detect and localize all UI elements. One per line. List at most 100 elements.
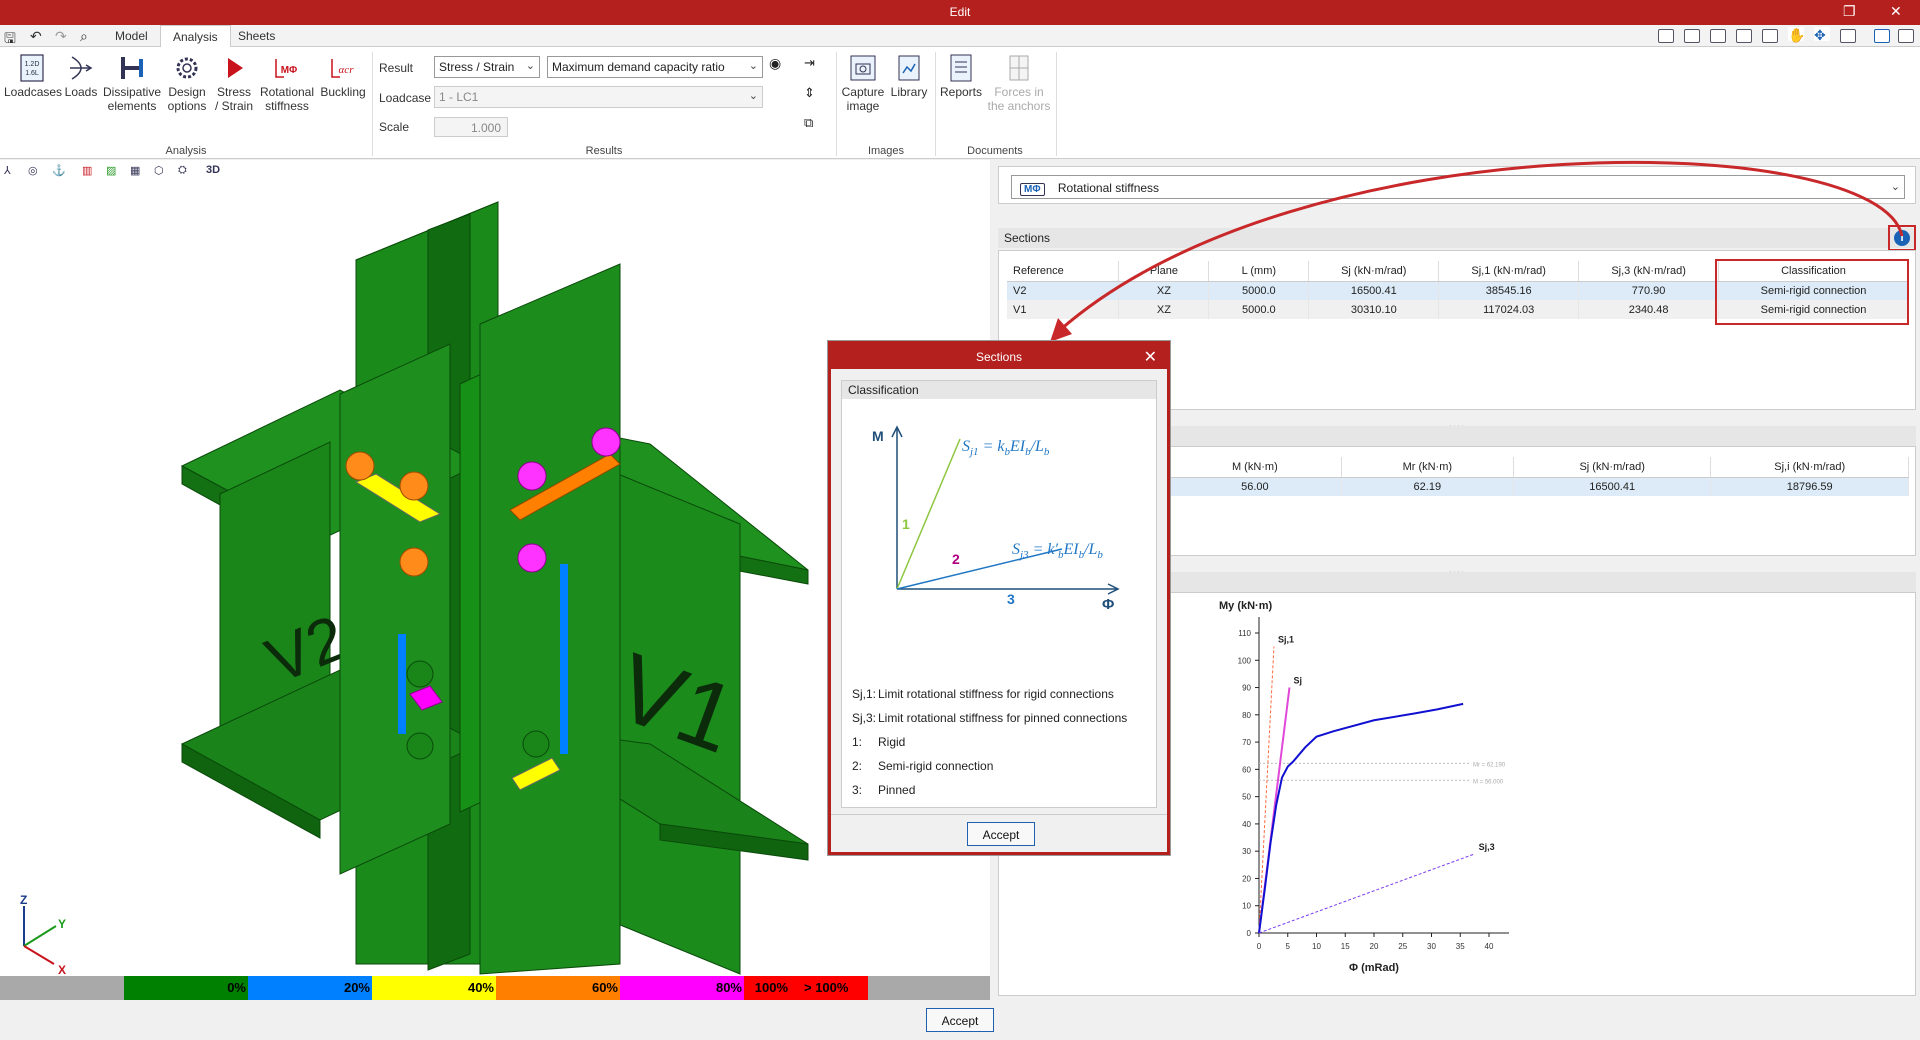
capture-image-button[interactable]: Capture image <box>840 53 886 113</box>
design-options-label-1: Design <box>168 85 206 99</box>
library-label: Library <box>890 85 928 99</box>
restore-icon[interactable]: ❐ <box>1843 3 1856 20</box>
rotational-stiffness-button[interactable]: MΦ Rotational stiffness <box>258 53 316 113</box>
view-toolbar: ⅄ ◎ ⚓ ▥ ▨ ▦ ⬡ ⛭ 3D <box>0 160 990 184</box>
table-row[interactable]: 56.00 62.19 16500.41 18796.59 <box>1169 477 1909 496</box>
view-3d-button[interactable]: 3D <box>206 164 228 179</box>
x-tick-label: 5 <box>1286 942 1291 951</box>
library-button[interactable]: Library <box>888 53 930 99</box>
forces-in-anchors-button[interactable]: Forces in the anchors <box>986 53 1052 113</box>
legend-text: Limit rotational stiffness for pinned co… <box>878 711 1128 725</box>
planes-icon[interactable]: ▥ <box>82 164 97 179</box>
search-icon[interactable]: ⌕ <box>80 28 88 45</box>
report-icon <box>946 53 976 83</box>
export-arrows-icon[interactable]: ⇥ <box>804 55 815 71</box>
dissipative-elements-button[interactable]: Dissipative elements <box>102 53 162 113</box>
x-tick-label: 15 <box>1341 942 1350 951</box>
zoom-previous-icon[interactable] <box>1658 29 1674 43</box>
render-icon[interactable]: ⛭ <box>178 164 193 179</box>
col-sj1: Sj,1 (kN·m/rad) <box>1438 261 1580 282</box>
mesh-icon[interactable]: ▨ <box>106 164 121 179</box>
chevron-down-icon: ⌄ <box>1890 181 1900 193</box>
camera-icon <box>848 53 878 83</box>
undo-icon[interactable]: ↶ <box>30 28 42 45</box>
stress-strain-label-1: Stress <box>216 85 251 99</box>
scale-input[interactable]: 1.000 <box>434 117 508 137</box>
window-title: Edit <box>949 5 971 19</box>
eye-icon[interactable]: ◎ <box>28 164 43 179</box>
ribbon-separator <box>1056 52 1057 156</box>
tab-analysis[interactable]: Analysis <box>160 25 231 47</box>
scale-segment: 80% <box>620 976 744 1000</box>
results-group-label: Results <box>585 145 623 157</box>
dialog-accept-button[interactable]: Accept <box>967 822 1035 846</box>
scale-label: Scale <box>379 120 410 134</box>
legend-item: 1: Rigid <box>852 735 905 749</box>
y-tick-label: 10 <box>1242 902 1251 911</box>
legend-key: Sj,1: <box>852 687 877 701</box>
result-type-value: Rotational stiffness <box>1057 181 1160 195</box>
legend-text: Limit rotational stiffness for rigid con… <box>878 687 1114 701</box>
zoom-window-icon[interactable] <box>1684 29 1700 43</box>
result-type-select[interactable]: MΦ Rotational stiffness ⌄ <box>1011 175 1905 199</box>
section-cut-icon[interactable]: ⇕ <box>804 85 815 101</box>
fit-view-icon[interactable] <box>1840 29 1856 43</box>
rotate-view-icon[interactable] <box>1736 29 1752 43</box>
x-tick-label: 0 <box>1257 942 1262 951</box>
cube-icon[interactable]: ⬡ <box>154 164 169 179</box>
redo-icon[interactable]: ↷ <box>55 28 67 45</box>
cell: 16500.41 <box>1308 281 1440 300</box>
pan-hand-icon[interactable]: ✋ <box>1788 27 1805 43</box>
y-axis-title: My (kN·m) <box>1219 600 1273 612</box>
loadcase-select[interactable]: 1 - LC1 ⌄ <box>434 86 763 108</box>
buckling-button[interactable]: αcr Buckling <box>318 53 368 99</box>
cell: 30310.10 <box>1308 300 1440 319</box>
col-sj: Sj (kN·m/rad) <box>1513 457 1712 478</box>
y-tick-label: 0 <box>1247 929 1252 938</box>
color-scale-legend: 0% 20% 40% 60% 80% 100% > 100% <box>0 976 990 1000</box>
info-highlight <box>1888 225 1916 251</box>
help-chat-icon[interactable] <box>1898 29 1914 43</box>
tab-model[interactable]: Model <box>103 25 160 47</box>
loadcases-icon: 1.2D 1.6L <box>17 53 47 83</box>
svg-text:αcr: αcr <box>339 64 355 76</box>
cell: 5000.0 <box>1208 281 1310 300</box>
design-options-button[interactable]: Design options <box>164 53 210 113</box>
result-label: Result <box>379 61 414 75</box>
zone-1-label: 1 <box>902 516 910 532</box>
zoom-scale-icon[interactable] <box>1710 29 1726 43</box>
window-mode-icon[interactable] <box>1874 29 1890 43</box>
loadcase-label: Loadcase <box>379 91 432 105</box>
loads-icon <box>66 53 96 83</box>
close-icon[interactable]: ✕ <box>1144 347 1157 367</box>
move-icon[interactable]: ✥ <box>1814 27 1830 43</box>
tab-sheets[interactable]: Sheets <box>226 25 287 47</box>
result-type-box: MΦ Rotational stiffness ⌄ <box>998 166 1916 204</box>
result-select[interactable]: Stress / Strain ⌄ <box>434 56 540 78</box>
loads-button[interactable]: Loads <box>62 53 100 99</box>
result-mode-select[interactable]: Maximum demand capacity ratio ⌄ <box>547 56 763 78</box>
legend-toggle-icon[interactable]: ◉ <box>769 55 781 72</box>
cell: 117024.03 <box>1438 300 1580 319</box>
result-select-value: Stress / Strain <box>439 60 515 74</box>
close-icon[interactable]: ✕ <box>1890 3 1902 20</box>
ribbon: 1.2D 1.6L Loadcases Loads Dissipative ele… <box>0 47 1920 159</box>
library-icon <box>894 53 924 83</box>
stress-strain-button[interactable]: Stress / Strain <box>212 53 256 113</box>
reports-button[interactable]: Reports <box>938 53 984 99</box>
dissipative-elements-icon <box>117 53 147 83</box>
decompose-icon[interactable]: ⧉ <box>804 115 813 131</box>
grid-view-icon[interactable] <box>1762 29 1778 43</box>
cell: XZ <box>1118 300 1210 319</box>
loadcases-button[interactable]: 1.2D 1.6L Loadcases <box>4 53 62 99</box>
legend-key: 1: <box>852 735 863 749</box>
y-tick-label: 110 <box>1238 629 1251 638</box>
grid-icon[interactable]: ▦ <box>130 164 145 179</box>
anchor-icon[interactable]: ⚓ <box>52 164 67 179</box>
legend-item: Sj,3: Limit rotational stiffness for pinn… <box>852 711 1127 725</box>
ribbon-separator <box>836 52 837 156</box>
axes-icon[interactable]: ⅄ <box>4 164 19 179</box>
col-plane: Plane <box>1118 261 1210 282</box>
buckling-icon: αcr <box>328 53 358 83</box>
accept-button[interactable]: Accept <box>926 1008 994 1032</box>
